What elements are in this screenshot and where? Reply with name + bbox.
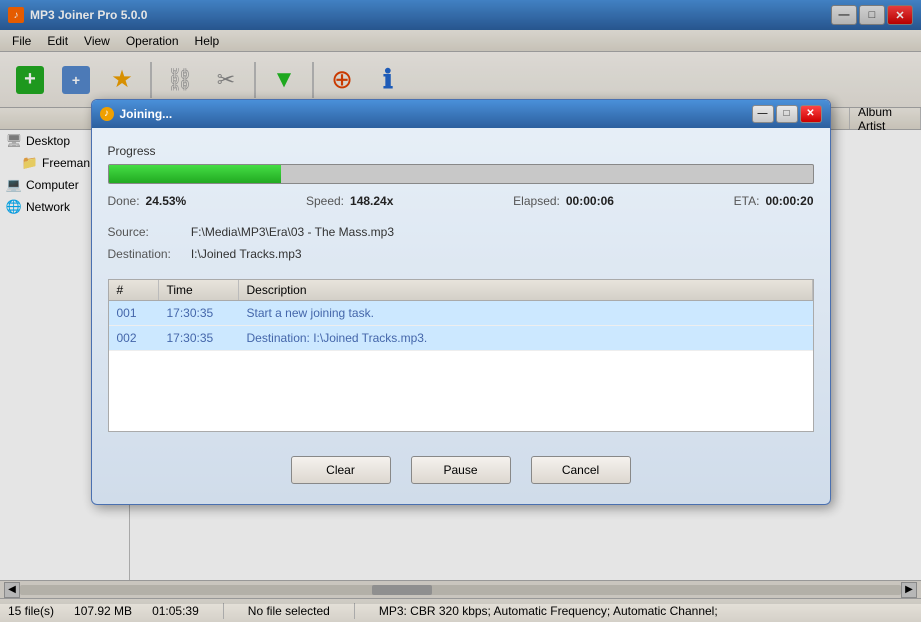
- stat-elapsed: Elapsed: 00:00:06: [513, 194, 614, 208]
- dialog-title-controls: — □ ✕: [752, 105, 822, 123]
- cancel-button[interactable]: Cancel: [531, 456, 631, 484]
- log-desc-1: Start a new joining task.: [239, 304, 813, 322]
- log-col-time: Time: [159, 280, 239, 300]
- status-duration: 01:05:39: [152, 604, 199, 618]
- status-files: 15 file(s): [8, 604, 54, 618]
- destination-label: Destination:: [108, 244, 188, 266]
- dialog-body: Progress Done: 24.53% Speed: 148.24x Ela…: [92, 128, 830, 504]
- stat-eta: ETA: 00:00:20: [734, 194, 814, 208]
- dialog-footer: Clear Pause Cancel: [108, 448, 814, 488]
- status-selection: No file selected: [248, 604, 330, 618]
- dialog-restore-button[interactable]: □: [776, 105, 798, 123]
- log-desc-2: Destination: I:\Joined Tracks.mp3.: [239, 329, 813, 347]
- source-label: Source:: [108, 222, 188, 244]
- log-row-1[interactable]: 001 17:30:35 Start a new joining task.: [109, 301, 813, 326]
- joining-dialog: ♪ Joining... — □ ✕ Progress Done: 24.53%: [91, 99, 831, 505]
- dialog-close-button[interactable]: ✕: [800, 105, 822, 123]
- clear-button[interactable]: Clear: [291, 456, 391, 484]
- status-sep-1: [223, 603, 224, 619]
- dialog-title: Joining...: [120, 107, 173, 121]
- progress-track: [108, 164, 814, 184]
- speed-value: 148.24x: [350, 194, 393, 208]
- dialog-title-bar: ♪ Joining... — □ ✕: [92, 100, 830, 128]
- log-num-1: 001: [109, 304, 159, 322]
- log-time-2: 17:30:35: [159, 329, 239, 347]
- speed-label: Speed:: [306, 194, 344, 208]
- log-num-2: 002: [109, 329, 159, 347]
- source-dest-info: Source: F:\Media\MP3\Era\03 - The Mass.m…: [108, 222, 814, 265]
- pause-button[interactable]: Pause: [411, 456, 511, 484]
- log-col-num: #: [109, 280, 159, 300]
- dialog-title-icon: ♪: [100, 107, 114, 121]
- elapsed-label: Elapsed:: [513, 194, 560, 208]
- done-label: Done:: [108, 194, 140, 208]
- progress-label: Progress: [108, 144, 814, 158]
- stat-speed: Speed: 148.24x: [306, 194, 393, 208]
- log-empty-area: [109, 351, 813, 431]
- log-table: # Time Description 001 17:30:35 Start a …: [108, 279, 814, 432]
- status-audio-info: MP3: CBR 320 kbps; Automatic Frequency; …: [379, 604, 718, 618]
- eta-label: ETA:: [734, 194, 760, 208]
- log-row-2[interactable]: 002 17:30:35 Destination: I:\Joined Trac…: [109, 326, 813, 351]
- dialog-title-left: ♪ Joining...: [100, 107, 173, 121]
- log-header: # Time Description: [109, 280, 813, 301]
- elapsed-value: 00:00:06: [566, 194, 614, 208]
- dialog-overlay: ♪ Joining... — □ ✕ Progress Done: 24.53%: [0, 0, 921, 604]
- stat-done: Done: 24.53%: [108, 194, 187, 208]
- source-line: Source: F:\Media\MP3\Era\03 - The Mass.m…: [108, 222, 814, 244]
- progress-bar: [109, 165, 282, 183]
- log-time-1: 17:30:35: [159, 304, 239, 322]
- status-sep-2: [354, 603, 355, 619]
- eta-value: 00:00:20: [765, 194, 813, 208]
- dialog-minimize-button[interactable]: —: [752, 105, 774, 123]
- log-col-desc: Description: [239, 280, 813, 300]
- progress-stats: Done: 24.53% Speed: 148.24x Elapsed: 00:…: [108, 194, 814, 208]
- destination-line: Destination: I:\Joined Tracks.mp3: [108, 244, 814, 266]
- source-value: F:\Media\MP3\Era\03 - The Mass.mp3: [191, 225, 394, 239]
- done-value: 24.53%: [146, 194, 187, 208]
- status-size: 107.92 MB: [74, 604, 132, 618]
- destination-value: I:\Joined Tracks.mp3: [191, 247, 302, 261]
